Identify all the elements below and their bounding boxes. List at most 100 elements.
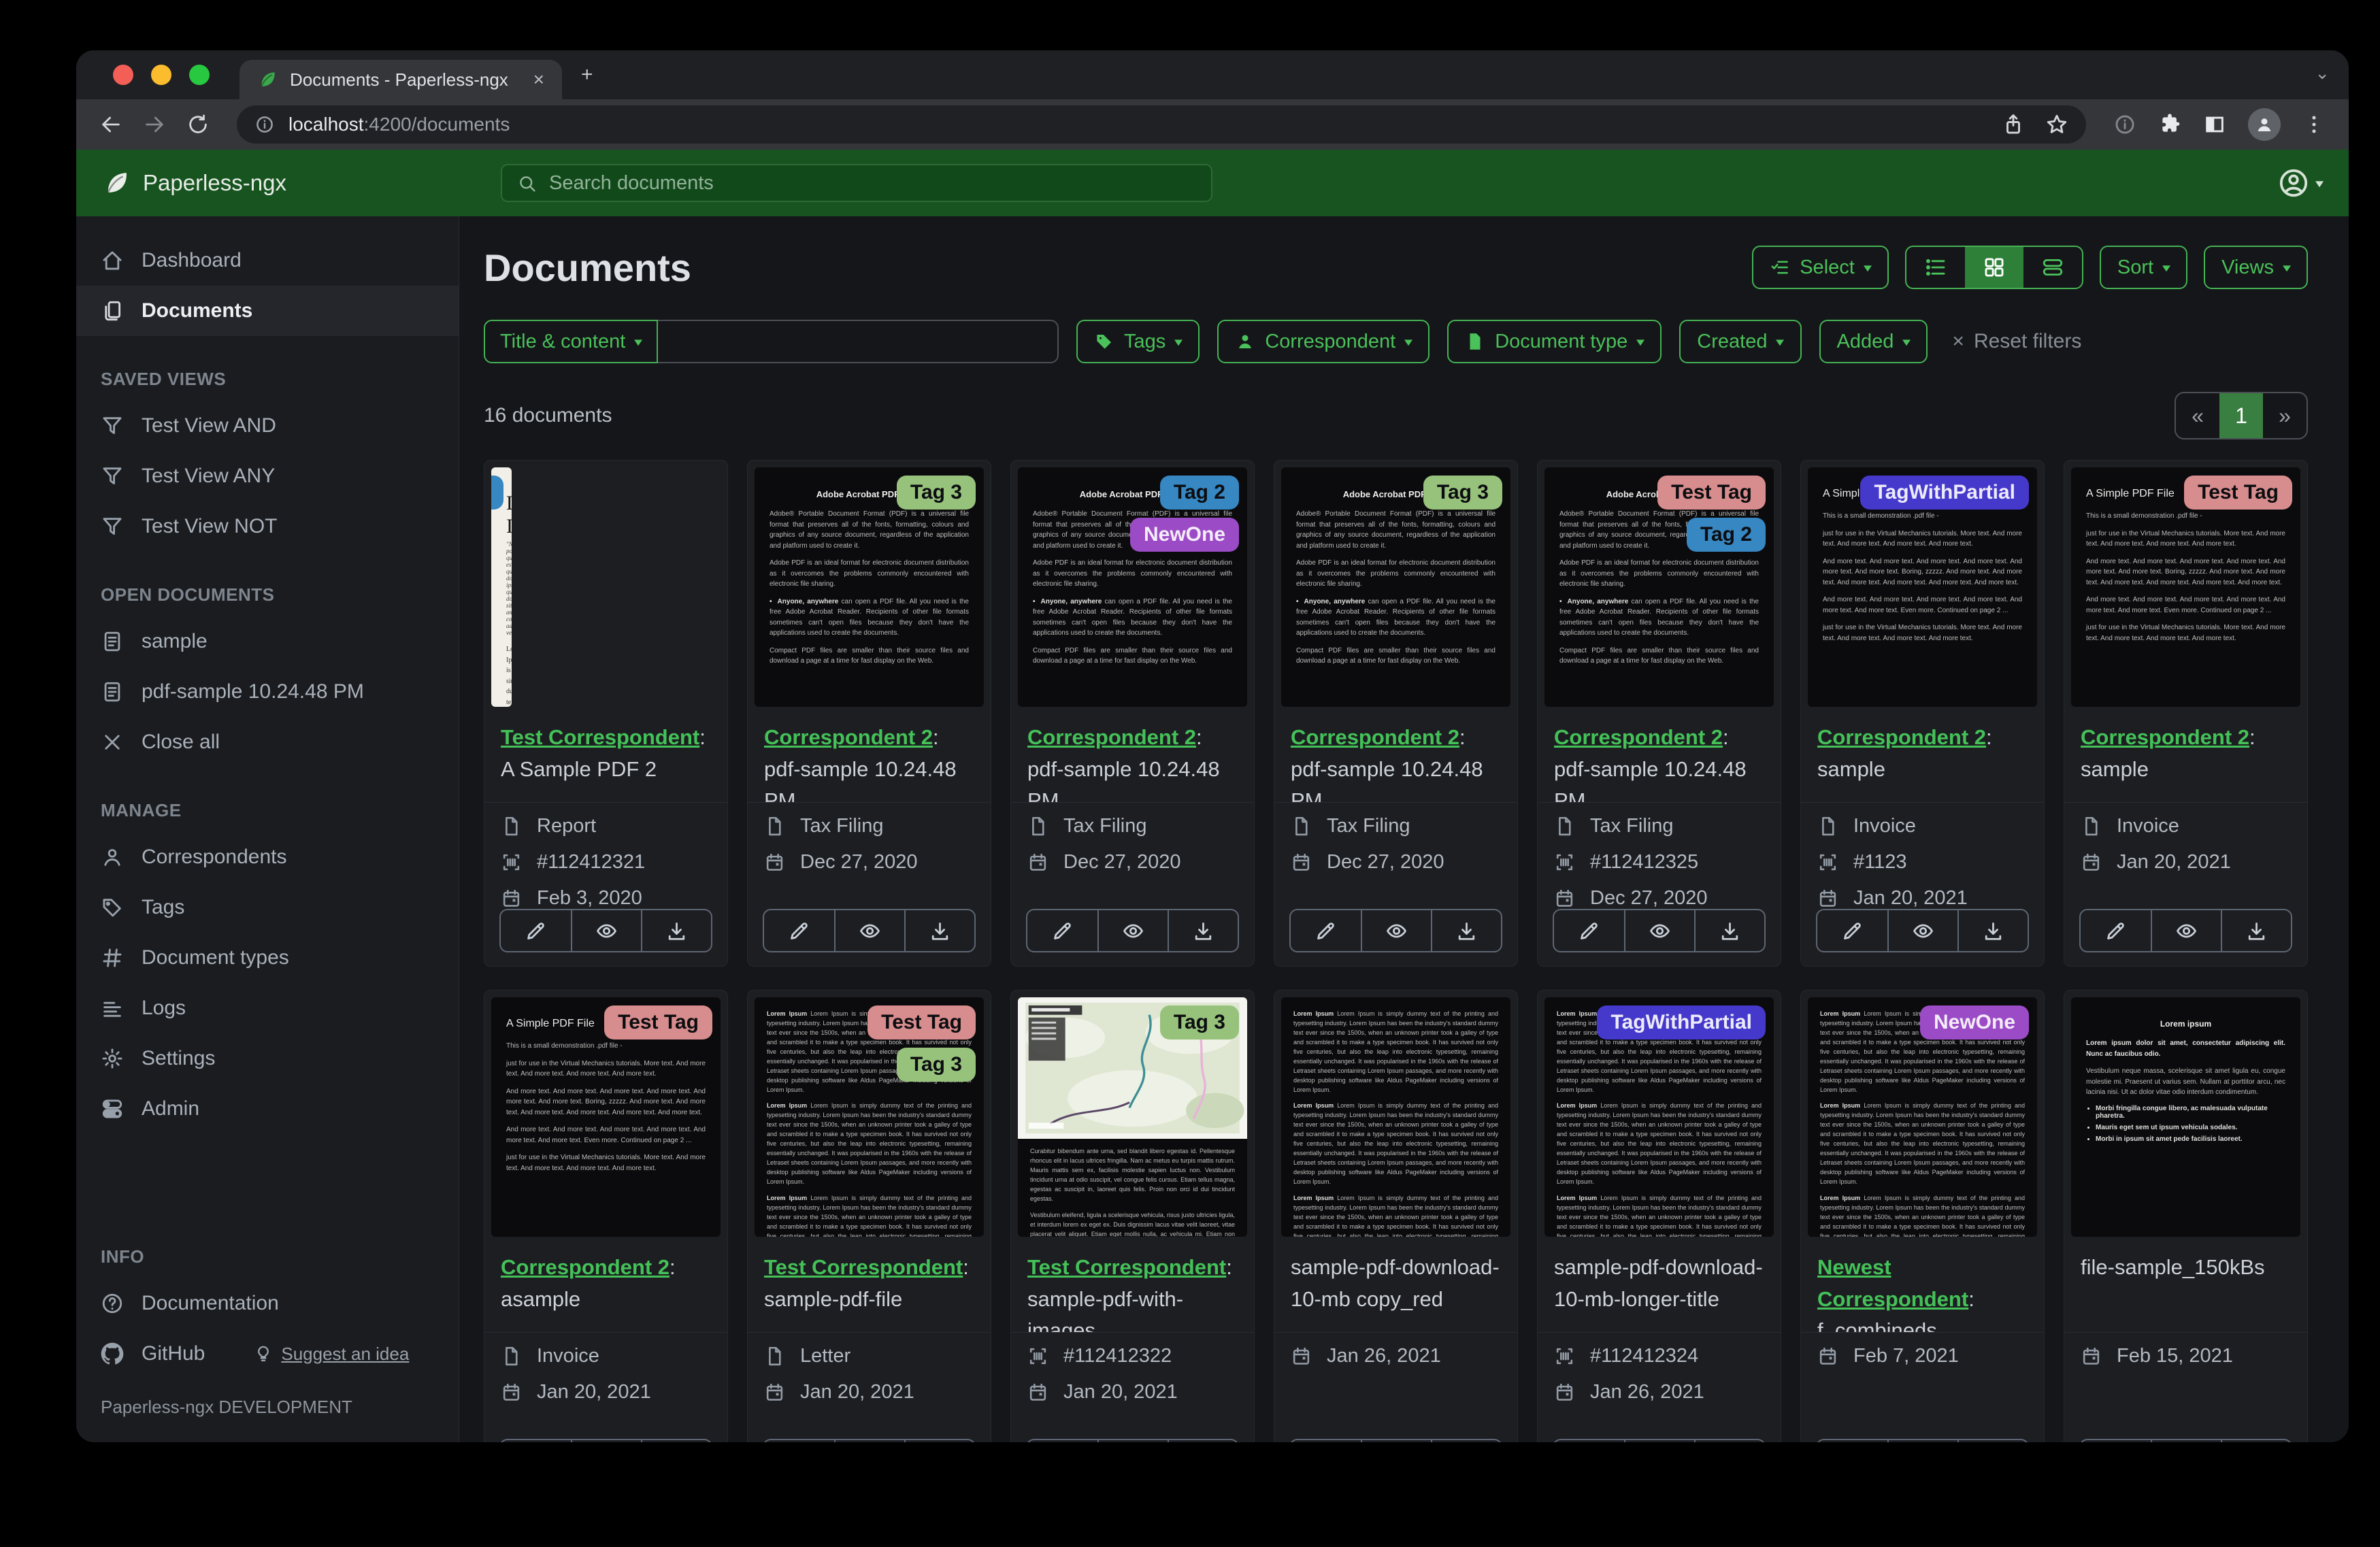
correspondent-link[interactable]: Newest Correspondent xyxy=(1817,1255,1968,1311)
download-button[interactable] xyxy=(1957,910,2028,951)
tag-badge[interactable]: Test Tag xyxy=(2184,476,2292,510)
document-thumbnail[interactable]: Adobe Acrobat PDF FilesAdobe® Portable D… xyxy=(1018,467,1247,707)
download-button[interactable] xyxy=(1694,1440,1764,1442)
document-title-text[interactable]: f_combineds xyxy=(1817,1318,1937,1332)
address-bar[interactable]: localhost:4200/documents xyxy=(237,105,2086,144)
tag-badge[interactable]: TagWithPartial xyxy=(1597,1005,1766,1039)
edit-button[interactable] xyxy=(1027,910,1097,951)
correspondent-link[interactable]: Test Correspondent xyxy=(501,725,699,749)
sidebar-item-settings[interactable]: Settings xyxy=(76,1033,459,1084)
download-button[interactable] xyxy=(1168,1440,1238,1442)
document-type-filter-button[interactable]: Document type ▾ xyxy=(1447,320,1662,363)
download-button[interactable] xyxy=(1168,910,1238,951)
edit-button[interactable] xyxy=(1817,910,1887,951)
document-title-text[interactable]: file-sample_150kBs xyxy=(2081,1255,2265,1279)
share-icon[interactable] xyxy=(2002,113,2025,136)
sidebar-item-document-types[interactable]: Document types xyxy=(76,933,459,983)
view-button[interactable] xyxy=(1624,1440,1694,1442)
document-title-text[interactable]: asample xyxy=(501,1287,580,1311)
correspondent-link[interactable]: Correspondent 2 xyxy=(1817,725,1986,749)
download-button[interactable] xyxy=(1431,910,1501,951)
view-button[interactable] xyxy=(1361,910,1431,951)
edit-button[interactable] xyxy=(1554,1440,1624,1442)
browser-tab[interactable]: Documents - Paperless-ngx × xyxy=(239,60,562,99)
sidebar-item-pdf-sample-10-24-48-pm[interactable]: pdf-sample 10.24.48 PM xyxy=(76,667,459,717)
document-title-text[interactable]: sample-pdf-file xyxy=(764,1287,902,1311)
edit-button[interactable] xyxy=(1027,1440,1097,1442)
document-thumbnail[interactable]: A Simple PDF FileThis is a small demonst… xyxy=(2071,467,2300,707)
sidebar-item-close-all[interactable]: Close all xyxy=(76,717,459,767)
document-thumbnail[interactable]: Lorem Ipsum Lorem Ipsum is simply dummy … xyxy=(755,997,984,1237)
tag-badge[interactable]: Tag 3 xyxy=(1159,1005,1239,1039)
download-button[interactable] xyxy=(641,1440,711,1442)
document-thumbnail[interactable]: Lorem Ipsum Lorem Ipsum is simply dummy … xyxy=(1544,997,1774,1237)
document-title-text[interactable]: pdf-sample 10.24.48 PM xyxy=(764,757,957,803)
app-logo[interactable]: Paperless-ngx xyxy=(102,169,501,197)
correspondent-link[interactable]: Correspondent 2 xyxy=(2081,725,2249,749)
sidebar-item-dashboard[interactable]: Dashboard xyxy=(76,235,459,286)
document-thumbnail[interactable]: Curabitur bibendum ante urna, sed blandi… xyxy=(1018,997,1247,1237)
sidebar-item-documents[interactable]: Documents xyxy=(76,286,459,336)
view-button[interactable] xyxy=(1097,910,1168,951)
tag-badge[interactable]: Test Tag xyxy=(604,1005,712,1039)
download-button[interactable] xyxy=(2221,910,2291,951)
sidebar-item-admin[interactable]: Admin xyxy=(76,1084,459,1134)
back-icon[interactable] xyxy=(99,113,122,136)
edit-button[interactable] xyxy=(1817,1440,1887,1442)
sidebar-item-documentation[interactable]: Documentation xyxy=(76,1278,459,1329)
page-number-button[interactable]: 1 xyxy=(2219,393,2263,438)
tag-badge[interactable]: Tag 3 xyxy=(896,476,976,510)
chevron-down-icon[interactable]: ⌄ xyxy=(2315,63,2330,84)
document-title-text[interactable]: pdf-sample 10.24.48 PM xyxy=(1554,757,1747,803)
correspondent-filter-button[interactable]: Correspondent ▾ xyxy=(1217,320,1430,363)
document-thumbnail[interactable]: Adobe Acrobat PDF FilesAdobe® Portable D… xyxy=(1281,467,1510,707)
document-thumbnail[interactable]: Lorem Ipsum"Neque porro quisquam est qui… xyxy=(491,467,512,707)
tag-badge[interactable]: Tag 2 xyxy=(491,476,503,510)
tag-badge[interactable]: TagWithPartial xyxy=(1860,476,2029,510)
view-button[interactable] xyxy=(1097,1440,1168,1442)
tag-badge[interactable]: NewOne xyxy=(1129,518,1239,552)
view-button[interactable] xyxy=(571,1440,641,1442)
select-button[interactable]: Select ▾ xyxy=(1752,246,1889,289)
edit-button[interactable] xyxy=(1554,910,1624,951)
view-button[interactable] xyxy=(834,1440,904,1442)
view-button[interactable] xyxy=(1887,910,1957,951)
document-thumbnail[interactable]: Adobe Acrobat PDF FilesAdobe® Portable D… xyxy=(1544,467,1774,707)
views-button[interactable]: Views ▾ xyxy=(2204,246,2308,289)
close-window-button[interactable] xyxy=(113,65,133,85)
view-button[interactable] xyxy=(1887,1440,1957,1442)
document-title-text[interactable]: sample-pdf-download-10-mb copy_red xyxy=(1291,1255,1500,1311)
sidebar-item-test-view-any[interactable]: Test View ANY xyxy=(76,451,459,501)
download-button[interactable] xyxy=(1694,910,1764,951)
document-title-text[interactable]: pdf-sample 10.24.48 PM xyxy=(1291,757,1483,803)
maximize-window-button[interactable] xyxy=(189,65,210,85)
next-page-button[interactable]: » xyxy=(2263,393,2307,438)
sidebar-item-correspondents[interactable]: Correspondents xyxy=(76,832,459,882)
sort-button[interactable]: Sort ▾ xyxy=(2099,246,2188,289)
tag-badge[interactable]: Tag 3 xyxy=(896,1048,976,1082)
tag-badge[interactable]: Tag 3 xyxy=(1423,476,1502,510)
correspondent-link[interactable]: Correspondent 2 xyxy=(501,1255,670,1279)
tags-filter-button[interactable]: Tags ▾ xyxy=(1076,320,1200,363)
tag-badge[interactable]: Test Tag xyxy=(867,1005,976,1039)
download-button[interactable] xyxy=(904,910,974,951)
document-title-text[interactable]: sample xyxy=(1817,757,1885,781)
document-title-text[interactable]: sample-pdf-with-images xyxy=(1027,1287,1183,1333)
sidebar-item-test-view-not[interactable]: Test View NOT xyxy=(76,501,459,552)
document-title-text[interactable]: sample-pdf-download-10-mb-longer-title xyxy=(1554,1255,1763,1311)
correspondent-link[interactable]: Correspondent 2 xyxy=(1554,725,1723,749)
added-filter-button[interactable]: Added ▾ xyxy=(1819,320,1928,363)
sidebar-item-github[interactable]: GitHub Suggest an idea xyxy=(76,1329,459,1379)
browser-menu-kebab-icon[interactable] xyxy=(2302,113,2326,136)
correspondent-link[interactable]: Test Correspondent xyxy=(1027,1255,1226,1279)
document-thumbnail[interactable]: Lorem ipsum Lorem ipsum dolor sit amet, c… xyxy=(2071,997,2300,1237)
edit-button[interactable] xyxy=(764,910,834,951)
sidebar-item-test-view-and[interactable]: Test View AND xyxy=(76,401,459,451)
document-thumbnail[interactable]: Lorem Ipsum Lorem Ipsum is simply dummy … xyxy=(1808,997,2037,1237)
download-button[interactable] xyxy=(1431,1440,1501,1442)
reset-filters-button[interactable]: × Reset filters xyxy=(1952,330,2081,353)
tag-badge[interactable]: NewOne xyxy=(1919,1005,2029,1039)
browser-profile-avatar[interactable] xyxy=(2248,108,2281,141)
sidebar-item-sample[interactable]: sample xyxy=(76,616,459,667)
sidebar-item-tags[interactable]: Tags xyxy=(76,882,459,933)
